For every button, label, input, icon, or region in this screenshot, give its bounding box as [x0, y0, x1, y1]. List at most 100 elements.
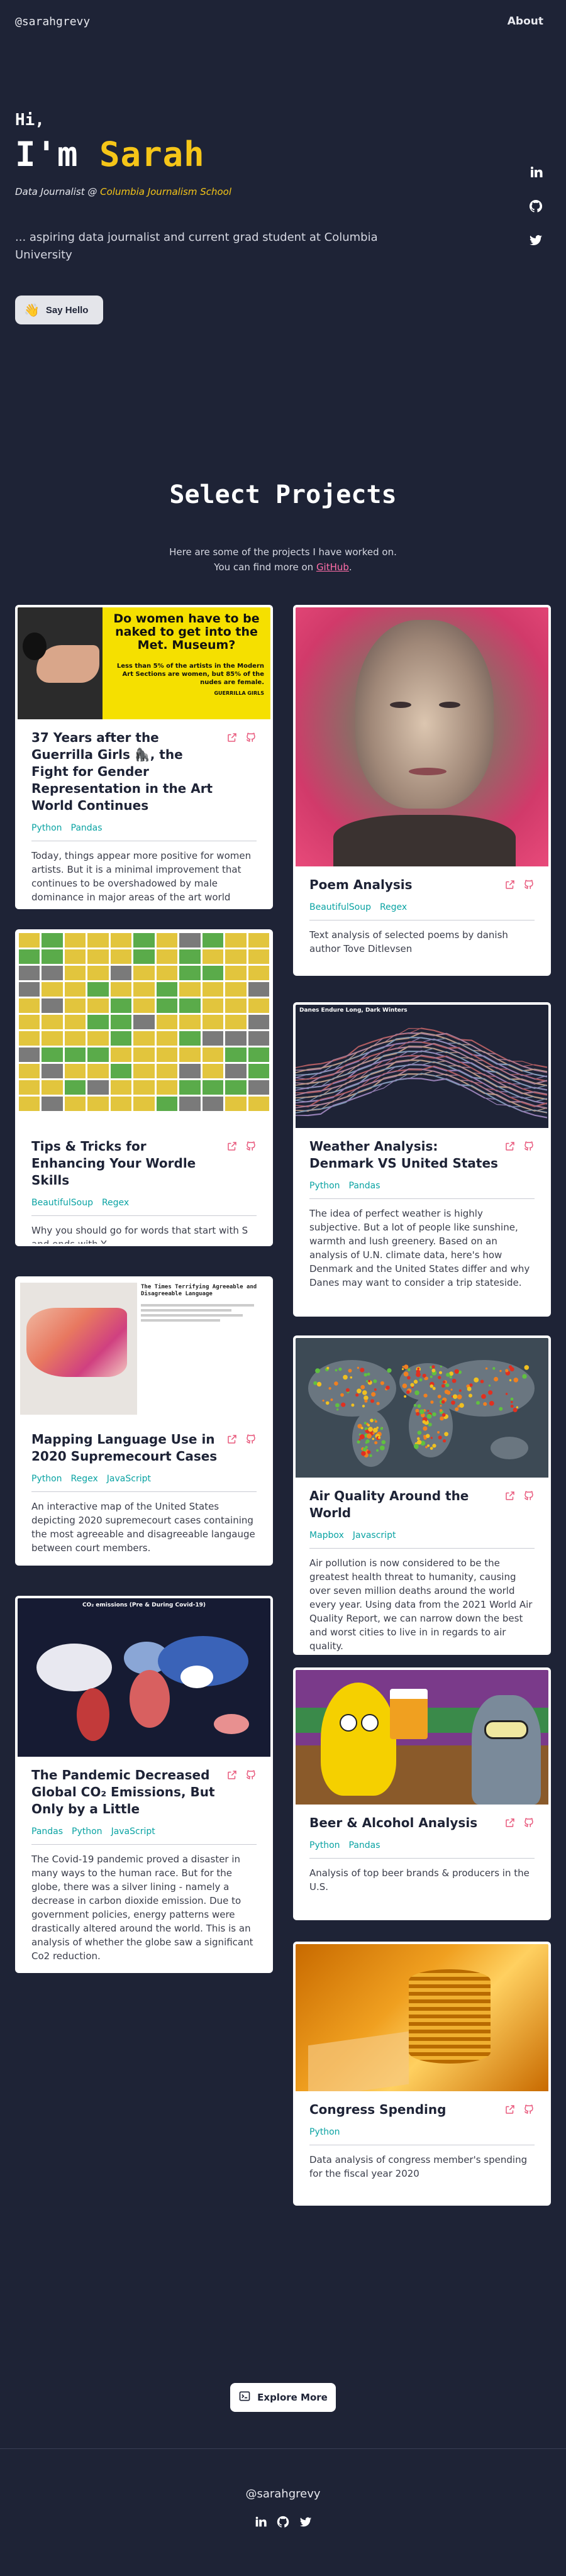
explore-more-label: Explore More [257, 2392, 328, 2403]
aq-dot [440, 1405, 442, 1407]
robot-figure [472, 1695, 541, 1805]
aq-dot [365, 1446, 368, 1449]
aq-dot [407, 1376, 411, 1380]
project-description: Why you should go for words that start w… [31, 1225, 248, 1246]
wordle-tile [64, 966, 86, 980]
tag: Pandas [348, 1840, 380, 1850]
linkedin-icon[interactable] [528, 165, 543, 182]
aq-dot [513, 1408, 518, 1412]
project-description: The idea of perfect weather is highly su… [309, 1208, 530, 1288]
aq-dot [469, 1393, 472, 1398]
wordle-tile [42, 998, 63, 1013]
github-icon[interactable] [245, 732, 257, 746]
aq-dot [362, 1405, 365, 1408]
external-link-icon[interactable] [226, 1769, 238, 1783]
wordle-tile [110, 933, 132, 948]
say-hello-button[interactable]: 👋 Say Hello [15, 296, 103, 324]
aq-dot [509, 1379, 512, 1381]
weather-line [296, 1065, 548, 1107]
aq-dot [368, 1379, 370, 1383]
aq-dot [343, 1374, 348, 1380]
project-card-poem-analysis[interactable]: Poem Analysis BeautifulSoup Regex Text an… [293, 605, 551, 976]
aq-dot [380, 1381, 384, 1385]
project-card-air-quality[interactable]: Air Quality Around the World Mapbox Javas… [293, 1335, 551, 1655]
project-title[interactable]: Poem Analysis [309, 876, 504, 893]
github-icon[interactable] [523, 1141, 535, 1154]
wordle-tile [64, 1064, 86, 1078]
github-icon[interactable] [528, 199, 543, 216]
project-title[interactable]: Weather Analysis: Denmark VS United Stat… [309, 1138, 504, 1172]
external-link-icon[interactable] [226, 732, 238, 746]
external-link-icon[interactable] [226, 1141, 238, 1154]
project-card-wordle[interactable]: Tips & Tricks for Enhancing Your Wordle … [15, 929, 273, 1246]
project-card-congress[interactable]: Congress Spending Python Data analysis o… [293, 1942, 551, 2206]
weather-line [296, 1064, 548, 1105]
brand-link[interactable]: @sarahgrevy [15, 15, 90, 28]
wordle-tile [110, 982, 132, 997]
aq-dot [345, 1388, 350, 1392]
project-title[interactable]: Tips & Tricks for Enhancing Your Wordle … [31, 1138, 226, 1189]
aq-dot [426, 1413, 432, 1419]
github-icon[interactable] [245, 1434, 257, 1447]
section-sub-line2: You can find more on GitHub. [0, 560, 566, 575]
about-link[interactable]: About [508, 15, 543, 28]
aq-dot [432, 1412, 436, 1417]
explore-more-button[interactable]: Explore More [230, 2383, 336, 2412]
project-card-guerrilla-girls[interactable]: Do women have to be naked to get into th… [15, 605, 273, 909]
github-icon[interactable] [523, 1817, 535, 1831]
github-link[interactable]: GitHub [316, 561, 349, 573]
aq-dot [373, 1379, 377, 1383]
co2-world-map [36, 1636, 249, 1741]
external-link-icon[interactable] [504, 879, 516, 893]
linkedin-icon[interactable] [253, 2515, 267, 2531]
tag: JavaScript [106, 1474, 151, 1484]
aq-dot [444, 1390, 449, 1395]
project-title[interactable]: Air Quality Around the World [309, 1488, 504, 1522]
wordle-tile [19, 1080, 40, 1095]
project-title[interactable]: Mapping Language Use in 2020 Supremecour… [31, 1431, 226, 1465]
external-link-icon[interactable] [504, 1817, 516, 1831]
project-description: Text analysis of selected poems by danis… [309, 929, 508, 954]
project-title[interactable]: The Pandemic Decreased Global CO₂ Emissi… [31, 1767, 226, 1818]
github-icon[interactable] [276, 2515, 290, 2531]
aq-dot [378, 1436, 381, 1439]
aq-dot [438, 1435, 442, 1440]
aq-dot [315, 1368, 320, 1373]
project-card-beer[interactable]: Beer & Alcohol Analysis Python Pandas Ana… [293, 1667, 551, 1920]
project-thumbnail: Danes Endure Long, Dark Winters [296, 1005, 548, 1128]
wordle-tile [179, 1015, 201, 1029]
aq-dot [379, 1446, 385, 1451]
project-title[interactable]: Congress Spending [309, 2101, 504, 2118]
wordle-tile [179, 933, 201, 948]
project-title[interactable]: Beer & Alcohol Analysis [309, 1815, 504, 1832]
github-icon[interactable] [245, 1141, 257, 1154]
wordle-tile [202, 1015, 224, 1029]
twitter-icon[interactable] [528, 233, 543, 250]
github-icon[interactable] [523, 2104, 535, 2118]
wordle-tile [19, 933, 40, 948]
project-card-supremecourt[interactable]: The Times Terrifying Agreeable and Disag… [15, 1276, 273, 1566]
external-link-icon[interactable] [504, 1490, 516, 1504]
aq-dot [481, 1394, 486, 1399]
thumb-credit: GUERRILLA GIRLS [214, 690, 264, 696]
tag: Pandas [31, 1827, 64, 1837]
github-icon[interactable] [523, 879, 535, 893]
project-card-co2[interactable]: CO₂ emissions (Pre & During Covid-19) Th… [15, 1596, 273, 1973]
github-icon[interactable] [245, 1769, 257, 1783]
external-link-icon[interactable] [504, 1141, 516, 1154]
wordle-tile [42, 1080, 63, 1095]
external-link-icon[interactable] [504, 2104, 516, 2118]
wordle-tile [64, 1015, 86, 1029]
aq-dot [510, 1405, 514, 1408]
wordle-tile [87, 1097, 109, 1111]
wordle-tile [179, 1097, 201, 1111]
project-title[interactable]: 37 Years after the Guerrilla Girls 🦍, th… [31, 729, 226, 814]
wordle-tile [64, 1031, 86, 1046]
wordle-tile [19, 1031, 40, 1046]
project-card-weather[interactable]: Danes Endure Long, Dark Winters Weather … [293, 1002, 551, 1317]
twitter-icon[interactable] [299, 2515, 313, 2531]
hero-name-highlight: Sarah [99, 135, 205, 174]
github-icon[interactable] [523, 1490, 535, 1504]
project-thumbnail [296, 1670, 548, 1805]
external-link-icon[interactable] [226, 1434, 238, 1447]
